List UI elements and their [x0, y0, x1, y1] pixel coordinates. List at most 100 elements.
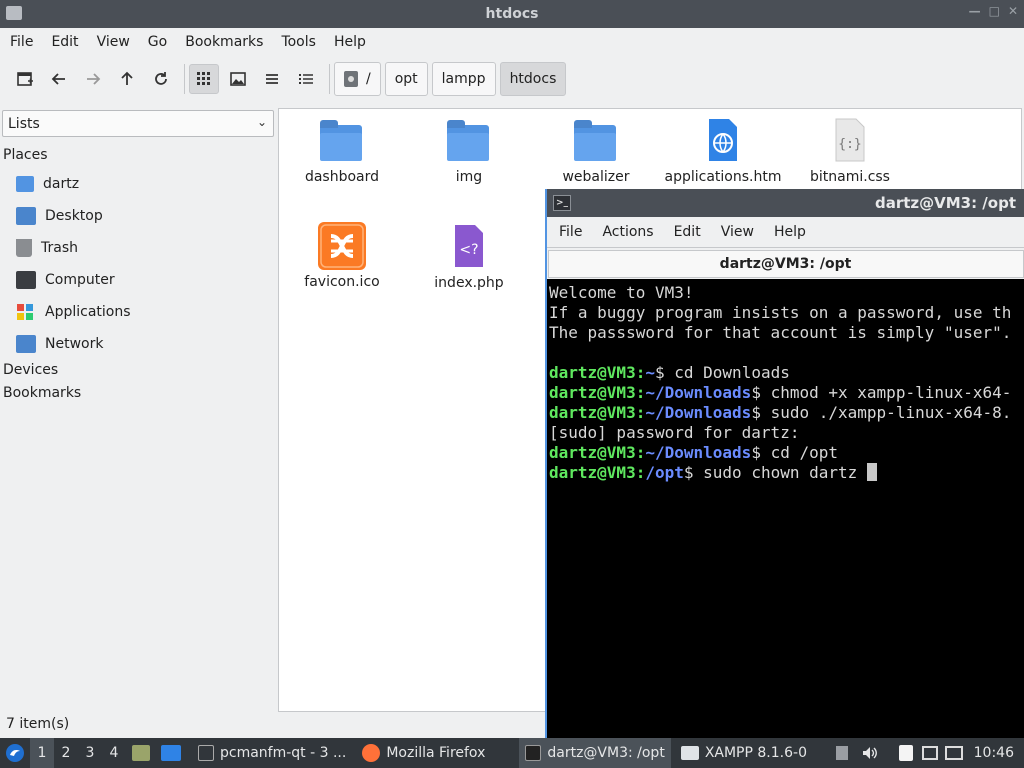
network-icon [944, 746, 963, 760]
fm-titlebar[interactable]: htdocs — □ ✕ [0, 0, 1024, 28]
close-icon[interactable]: ✕ [1008, 4, 1018, 18]
file-item-index-php[interactable]: <? index.php [406, 223, 532, 291]
file-item-bitnami-css[interactable]: {:} bitnami.css [787, 117, 913, 185]
trash-icon [16, 239, 32, 257]
place-network[interactable]: Network [16, 331, 103, 357]
desktop-2-button[interactable]: 2 [54, 738, 78, 768]
tray-volume[interactable] [858, 738, 882, 768]
places-header[interactable]: Places [3, 147, 48, 163]
terminal-tab-bar: dartz@VM3: /opt [547, 247, 1024, 279]
detailed-list-icon [299, 74, 313, 84]
window-icon [680, 746, 699, 760]
task-label: Mozilla Firefox [386, 745, 486, 761]
forward-button[interactable] [78, 64, 108, 94]
new-window-button[interactable] [10, 64, 40, 94]
terminal-titlebar[interactable]: >_ dartz@VM3: /opt [547, 189, 1024, 217]
fm-menu-tools[interactable]: Tools [275, 34, 322, 50]
new-window-icon [17, 72, 33, 86]
reload-button[interactable] [146, 64, 176, 94]
applications-icon [16, 303, 36, 321]
breadcrumb-root[interactable]: / [334, 62, 381, 96]
compact-view-button[interactable] [257, 64, 287, 94]
task-firefox[interactable]: Mozilla Firefox [356, 738, 491, 768]
desktop-4-button[interactable]: 4 [102, 738, 126, 768]
bookmarks-header[interactable]: Bookmarks [3, 385, 81, 401]
terminal-line: [sudo] password for dartz: [549, 423, 800, 442]
clock[interactable]: 10:46 [966, 745, 1024, 761]
term-menu-actions[interactable]: Actions [592, 224, 663, 240]
place-computer[interactable]: Computer [16, 267, 115, 293]
thumbnail-view-button[interactable] [223, 64, 253, 94]
file-item-img[interactable]: img [406, 117, 532, 185]
file-item-favicon-ico[interactable]: favicon.ico [279, 221, 405, 290]
fm-menu-bookmarks[interactable]: Bookmarks [179, 34, 269, 50]
prompt-command: cd /opt [760, 443, 839, 462]
tray-power[interactable] [918, 738, 942, 768]
terminal-output[interactable]: Welcome to VM3! If a buggy program insis… [547, 279, 1024, 738]
back-button[interactable] [44, 64, 74, 94]
place-applications[interactable]: Applications [16, 299, 131, 325]
prompt-path: ~ [645, 363, 655, 382]
fm-menu-help[interactable]: Help [328, 34, 372, 50]
fm-toolbar: / opt lampp htdocs [0, 56, 1024, 102]
detail-view-button[interactable] [291, 64, 321, 94]
up-button[interactable] [112, 64, 142, 94]
task-pcmanfm[interactable]: pcmanfm-qt - 3 ... [192, 738, 352, 768]
devices-header[interactable]: Devices [3, 362, 58, 378]
term-menu-help[interactable]: Help [764, 224, 816, 240]
html-file-icon [701, 117, 745, 163]
tray-clipboard[interactable] [894, 738, 918, 768]
folder-icon [447, 117, 491, 163]
term-menu-file[interactable]: File [549, 224, 592, 240]
file-item-applications-htm[interactable]: applications.htm [660, 117, 786, 185]
image-icon [230, 72, 246, 86]
php-file-icon: <? [447, 223, 491, 269]
svg-text:{:}: {:} [838, 137, 861, 152]
fm-menu-edit[interactable]: Edit [45, 34, 84, 50]
place-network-label: Network [45, 336, 104, 352]
side-panel-mode-label: Lists [8, 115, 40, 132]
icon-view-button[interactable] [189, 64, 219, 94]
lubuntu-logo-icon [6, 744, 24, 762]
term-menu-edit[interactable]: Edit [664, 224, 711, 240]
task-terminal[interactable]: dartz@VM3: /opt [519, 738, 671, 768]
show-desktop-button[interactable] [156, 738, 186, 768]
breadcrumb-lampp[interactable]: lampp [431, 62, 496, 96]
place-trash[interactable]: Trash [16, 235, 78, 261]
start-menu-button[interactable] [0, 738, 30, 768]
prompt-user: dartz@VM3 [549, 403, 636, 422]
toolbar-separator [329, 64, 330, 94]
drive-icon [344, 71, 358, 87]
term-menu-view[interactable]: View [711, 224, 764, 240]
task-label: dartz@VM3: /opt [547, 745, 665, 761]
task-xampp[interactable]: XAMPP 8.1.6-0 [675, 738, 813, 768]
side-panel-mode-select[interactable]: Lists ⌄ [2, 110, 274, 137]
breadcrumb-opt[interactable]: opt [384, 62, 428, 96]
prompt-command: sudo chown dartz [693, 463, 867, 482]
tray-network[interactable] [942, 738, 966, 768]
desktop-3-button[interactable]: 3 [78, 738, 102, 768]
fm-menu-view[interactable]: View [91, 34, 136, 50]
place-desktop[interactable]: Desktop [16, 203, 103, 229]
toolbar-separator [184, 64, 185, 94]
quicklaunch-files[interactable] [126, 738, 156, 768]
terminal-line: Welcome to VM3! [549, 283, 694, 302]
fm-menu-file[interactable]: File [4, 34, 39, 50]
place-home[interactable]: dartz [16, 171, 79, 197]
css-file-icon: {:} [828, 117, 872, 163]
svg-text:<?: <? [459, 242, 478, 258]
breadcrumb-htdocs[interactable]: htdocs [499, 62, 567, 96]
file-item-webalizer[interactable]: webalizer [533, 117, 659, 185]
file-item-dashboard[interactable]: dashboard [279, 117, 405, 185]
tray-notes[interactable] [830, 738, 854, 768]
home-folder-icon [16, 176, 34, 192]
minimize-icon[interactable]: — [969, 4, 981, 18]
terminal-window[interactable]: >_ dartz@VM3: /opt File Actions Edit Vie… [545, 189, 1024, 738]
desktop-1-button[interactable]: 1 [30, 738, 54, 768]
prompt-path: /opt [645, 463, 684, 482]
place-home-label: dartz [43, 176, 80, 192]
terminal-tab[interactable]: dartz@VM3: /opt [547, 249, 1024, 278]
maximize-icon[interactable]: □ [989, 4, 1000, 18]
network-icon [16, 335, 36, 353]
fm-menu-go[interactable]: Go [142, 34, 173, 50]
